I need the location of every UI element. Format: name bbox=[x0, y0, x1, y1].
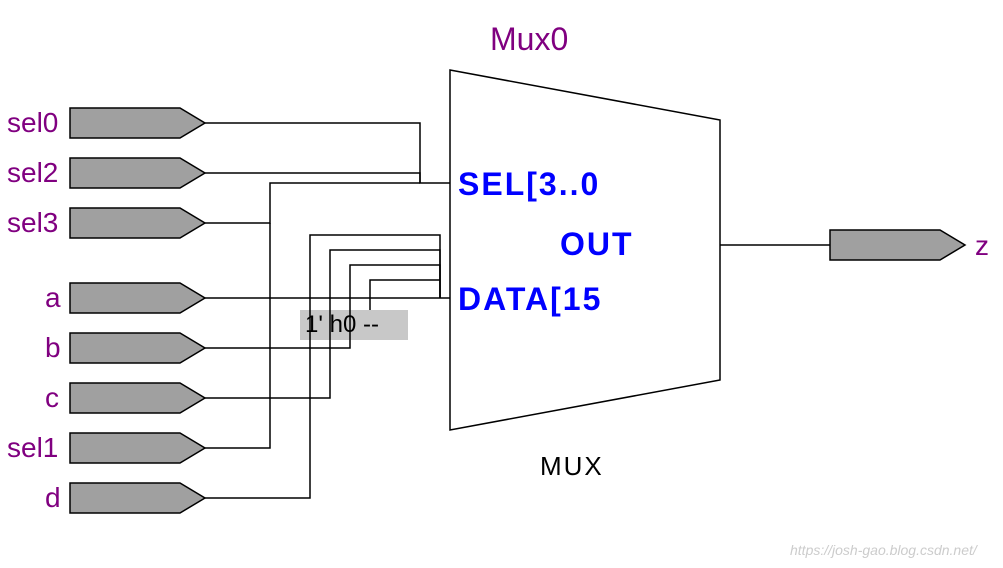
wire-sel3 bbox=[205, 183, 420, 223]
mux-port-out: OUT bbox=[560, 226, 634, 262]
port-label-sel3: sel3 bbox=[7, 207, 58, 238]
port-label-b: b bbox=[45, 332, 61, 363]
wire-sel0 bbox=[205, 123, 450, 183]
constant-text: 1' h0 -- bbox=[305, 311, 379, 338]
port-label-sel1: sel1 bbox=[7, 432, 58, 463]
port-sel1: sel1 bbox=[7, 432, 205, 463]
port-a: a bbox=[45, 282, 205, 313]
port-label-a: a bbox=[45, 282, 61, 313]
wire-const bbox=[370, 280, 440, 310]
port-sel2: sel2 bbox=[7, 157, 205, 188]
mux-port-sel: SEL[3..0 bbox=[458, 166, 600, 202]
mux-type-label: MUX bbox=[540, 451, 604, 481]
port-c: c bbox=[45, 382, 205, 413]
port-z: z bbox=[830, 230, 989, 261]
mux-port-data: DATA[15 bbox=[458, 281, 602, 317]
port-sel0: sel0 bbox=[7, 107, 205, 138]
port-b: b bbox=[45, 332, 205, 363]
port-label-sel0: sel0 bbox=[7, 107, 58, 138]
port-sel3: sel3 bbox=[7, 207, 205, 238]
port-label-c: c bbox=[45, 382, 59, 413]
wire-d bbox=[205, 235, 440, 498]
port-d: d bbox=[45, 482, 205, 513]
mux-title: Mux0 bbox=[490, 21, 568, 57]
wire-sel2 bbox=[205, 173, 420, 183]
wire-sel1 bbox=[205, 223, 270, 448]
watermark: https://josh-gao.blog.csdn.net/ bbox=[790, 542, 979, 558]
constant-value: 1' h0 -- bbox=[300, 310, 408, 340]
port-label-d: d bbox=[45, 482, 61, 513]
port-label-z: z bbox=[975, 230, 989, 261]
port-label-sel2: sel2 bbox=[7, 157, 58, 188]
